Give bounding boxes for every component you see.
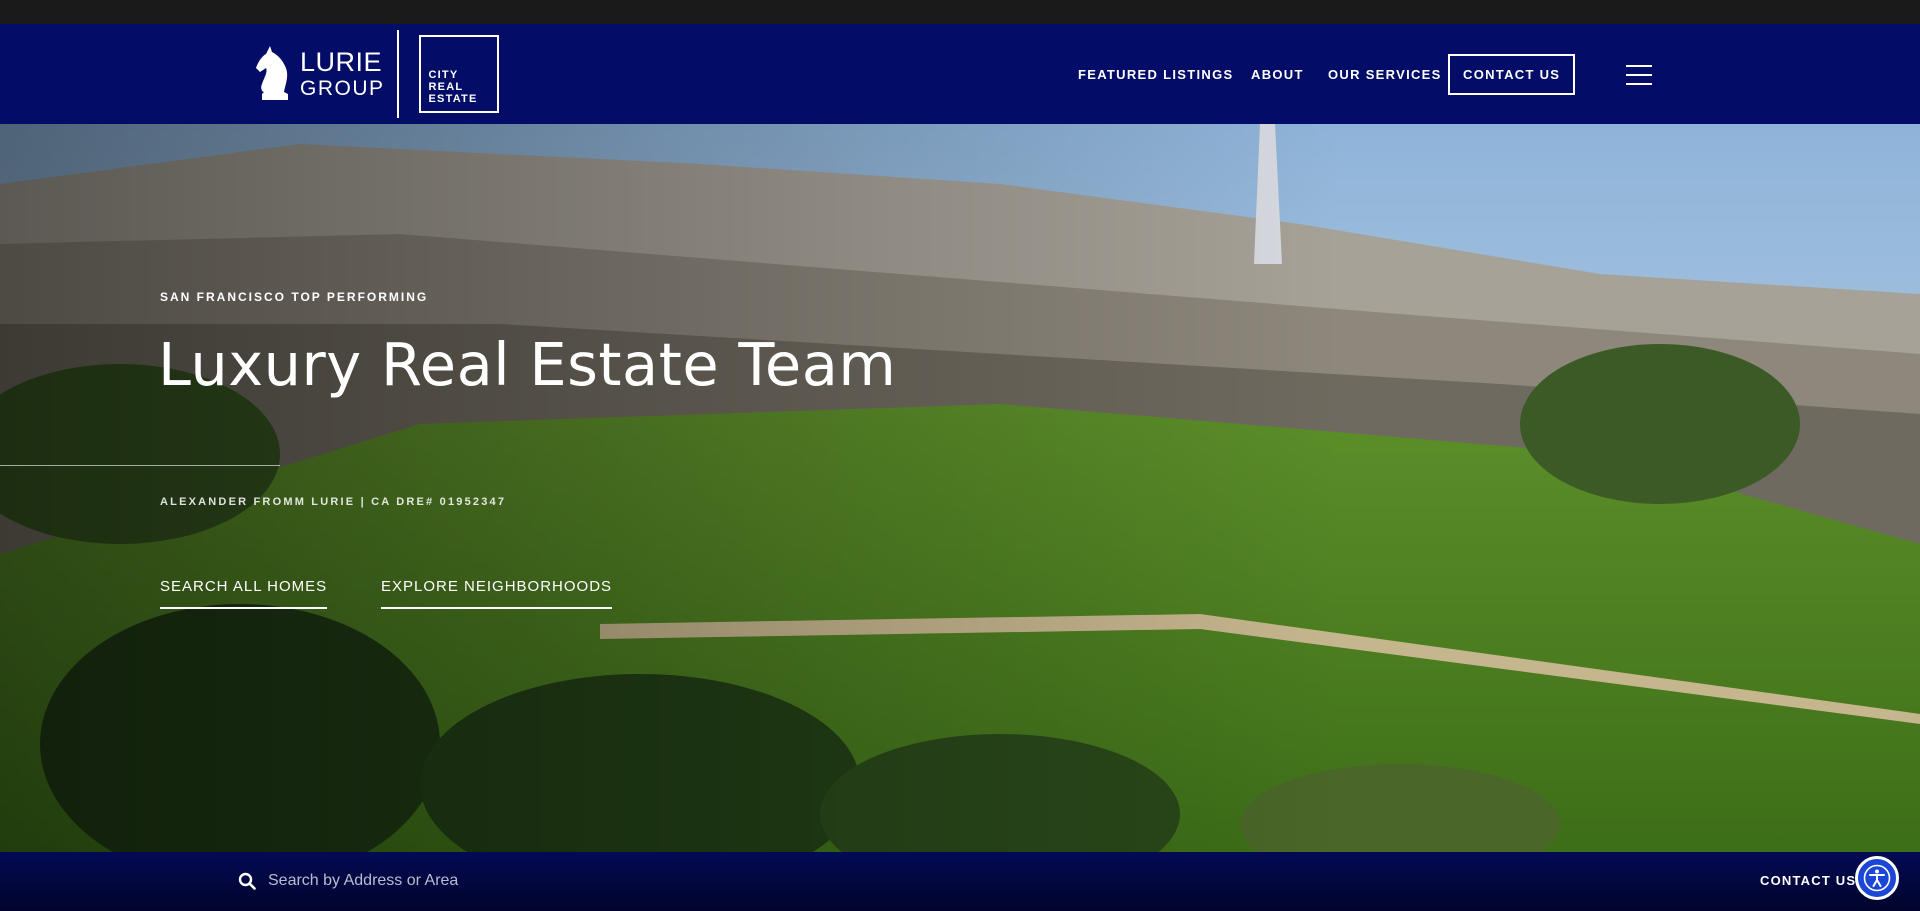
nav-our-services[interactable]: OUR SERVICES (1328, 67, 1442, 82)
nav-about[interactable]: ABOUT (1251, 67, 1304, 82)
hero-divider (0, 465, 280, 466)
hero-title: Luxury Real Estate Team (158, 330, 897, 399)
nav-contact-button[interactable]: CONTACT US (1448, 53, 1576, 95)
search-icon[interactable] (238, 872, 256, 890)
hamburger-line (1626, 83, 1652, 85)
agent-license: ALEXANDER FROMM LURIE | CA DRE# 01952347 (160, 496, 507, 508)
browser-top-strip (0, 0, 1920, 24)
search-bar: CONTACT US (0, 852, 1920, 911)
hero-eyebrow: SAN FRANCISCO TOP PERFORMING (160, 290, 429, 304)
search-all-homes-link[interactable]: SEARCH ALL HOMES (160, 578, 328, 609)
search-input[interactable] (268, 868, 688, 894)
accessibility-icon[interactable] (1855, 856, 1899, 900)
nav-featured-listings[interactable]: FEATURED LISTINGS (1078, 67, 1233, 82)
hamburger-menu-icon[interactable] (1626, 65, 1652, 85)
hamburger-line (1626, 65, 1652, 67)
hero-section (0, 124, 1920, 852)
explore-neighborhoods-link[interactable]: EXPLORE NEIGHBORHOODS (381, 578, 613, 609)
hamburger-line (1626, 74, 1652, 76)
footer-contact-link[interactable]: CONTACT US (1760, 873, 1856, 888)
accessibility-figure-icon (1863, 864, 1891, 892)
site-header: LURIE GROUP CITY REAL ESTATE FEATURED LI… (0, 24, 1920, 124)
hero-overlay (0, 124, 1920, 852)
